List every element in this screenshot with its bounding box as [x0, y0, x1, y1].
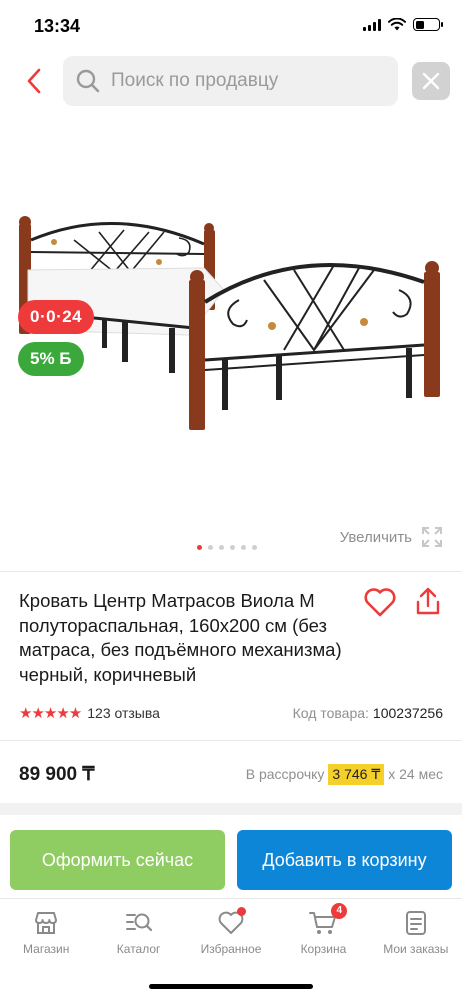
signal-icon — [363, 18, 381, 31]
rating-stars-icon: ★★★★★ — [19, 705, 82, 722]
checkout-now-button[interactable]: Оформить сейчас — [10, 830, 225, 890]
nav-item-catalog[interactable]: Каталог — [92, 899, 184, 968]
timer-badge: 0·0·24 — [18, 300, 95, 334]
product-code-value: 100237256 — [372, 705, 443, 721]
nav-item-favorites[interactable]: Избранное — [185, 899, 277, 968]
home-indicator — [149, 984, 313, 989]
nav-item-cart[interactable]: 4 Корзина — [277, 899, 369, 968]
close-icon — [422, 72, 440, 90]
rating-row: ★★★★★ 123 отзыва Код товара: 100237256 — [19, 703, 443, 723]
product-code: Код товара: 100237256 — [293, 705, 443, 721]
gallery-dot[interactable] — [252, 545, 257, 550]
nav-label: Избранное — [200, 942, 262, 956]
battery-icon — [413, 18, 443, 31]
divider — [0, 571, 462, 572]
section-separator — [0, 803, 462, 815]
nav-label: Каталог — [116, 942, 161, 956]
wifi-icon — [388, 18, 406, 31]
favorite-button[interactable] — [363, 586, 397, 618]
cart-count-badge: 4 — [331, 903, 348, 919]
price-row: 89 900 ₸ В рассрочку 3 746 ₸ x 24 мес — [19, 760, 443, 788]
divider — [0, 740, 462, 741]
share-icon — [416, 587, 440, 615]
installment-amount[interactable]: 3 746 ₸ — [328, 763, 385, 785]
nav-item-shop[interactable]: Магазин — [0, 899, 92, 968]
status-bar: 13:34 — [0, 0, 462, 52]
price: 89 900 ₸ — [19, 763, 95, 785]
search-box[interactable] — [63, 56, 398, 106]
heart-icon — [364, 588, 396, 617]
chevron-left-icon — [27, 68, 41, 94]
reviews-link[interactable]: 123 отзыва — [87, 705, 160, 721]
nav-label: Корзина — [300, 942, 347, 956]
gallery-dot[interactable] — [208, 545, 213, 550]
catalog-search-icon — [125, 913, 152, 932]
gallery-dot[interactable] — [197, 545, 202, 550]
installment-term: x 24 мес — [388, 766, 443, 782]
installment-info[interactable]: В рассрочку 3 746 ₸ x 24 мес — [245, 763, 443, 785]
share-button[interactable] — [414, 586, 442, 618]
back-button[interactable] — [18, 64, 50, 98]
bottom-nav: Магазин Каталог Избранное 4 Корзина Мои … — [0, 898, 462, 968]
product-code-label: Код товара: — [292, 705, 369, 721]
notification-dot — [236, 907, 246, 916]
product-gallery[interactable]: 0·0·24 5% Б Увеличить — [0, 120, 462, 570]
product-title: Кровать Центр Матрасов Виола М полуторас… — [19, 590, 342, 685]
clear-search-button[interactable] — [412, 62, 450, 100]
status-time: 13:34 — [34, 16, 81, 36]
status-icons — [363, 18, 443, 31]
nav-label: Магазин — [23, 942, 70, 956]
nav-item-orders[interactable]: Мои заказы — [370, 899, 462, 968]
header — [0, 56, 462, 106]
shop-icon — [35, 912, 58, 934]
zoom-label: Увеличить — [339, 528, 412, 546]
installment-label: В рассрочку — [245, 766, 325, 782]
gallery-dot[interactable] — [241, 545, 246, 550]
gallery-dot[interactable] — [219, 545, 224, 550]
orders-icon — [405, 911, 426, 935]
search-icon — [76, 69, 100, 93]
gallery-dot[interactable] — [230, 545, 235, 550]
bonus-badge: 5% Б — [18, 342, 84, 376]
search-input[interactable] — [111, 70, 381, 92]
add-to-cart-button[interactable]: Добавить в корзину — [237, 830, 452, 890]
gallery-pagination[interactable] — [197, 545, 257, 550]
nav-label: Мои заказы — [383, 942, 449, 956]
zoom-button[interactable]: Увеличить — [340, 525, 444, 549]
expand-icon — [422, 527, 442, 547]
